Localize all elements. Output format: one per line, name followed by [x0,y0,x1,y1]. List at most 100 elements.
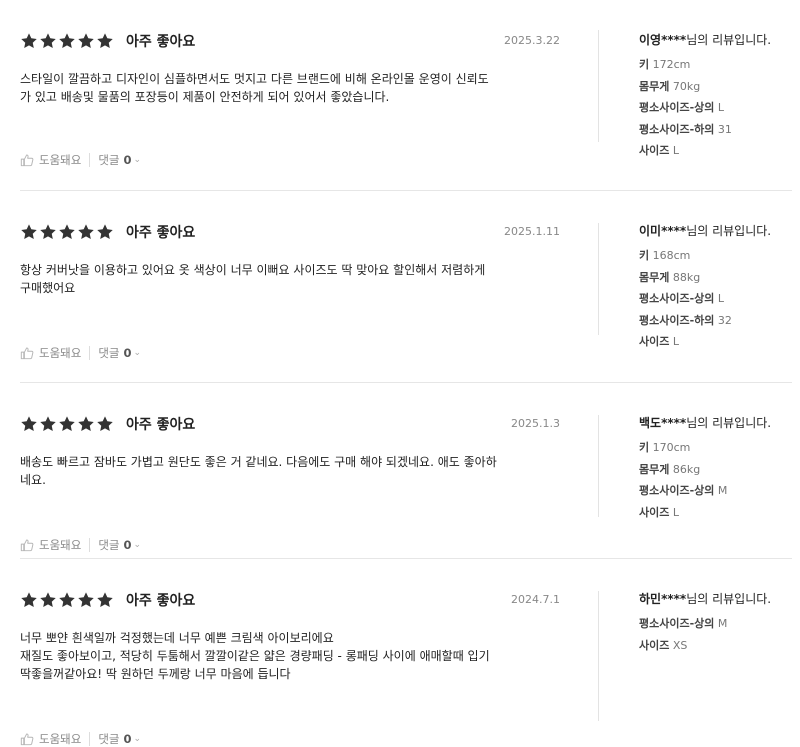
reviewer-name: 이영**** [639,33,687,47]
review-actions: 도움돼요 댓글 0 ⌄ [20,152,141,168]
helpful-button[interactable]: 도움돼요 [39,345,81,361]
spec-row: 키 168cm [639,245,799,267]
spec-row: 평소사이즈-상의 M [639,480,799,502]
chevron-down-icon[interactable]: ⌄ [134,155,142,165]
review-text-line: 재질도 좋아보이고, 적당히 두툼해서 깔깔이같은 얇은 경량패딩 - 롱패딩 … [20,649,490,663]
rating-label: 아주 좋아요 [126,225,196,241]
star-icon [77,32,95,50]
star-icon [96,223,114,241]
reviewer-info: 이미****님의 리뷰입니다. 키 168cm 몸무게 88kg 평소사이즈-상의 … [639,222,799,353]
star-icon [39,223,57,241]
star-icon [20,415,38,433]
spec-value: L [717,101,725,114]
star-rating [20,591,114,609]
comment-count[interactable]: 0 [124,732,132,746]
spec-row: 평소사이즈-상의 L [639,288,799,310]
thumbs-up-icon[interactable] [20,538,34,552]
review-header: 아주 좋아요 2025.3.22 [20,30,562,52]
spec-value: 172cm [652,58,691,71]
spec-row: 사이즈 L [639,140,799,162]
reviewer-suffix: 님의 리뷰입니다. [686,224,772,238]
spec-label: 사이즈 [639,335,670,348]
chevron-down-icon[interactable]: ⌄ [134,540,142,550]
spec-label: 사이즈 [639,505,670,519]
helpful-button[interactable]: 도움돼요 [39,152,81,168]
spec-value: 32 [717,313,732,327]
rating-label: 아주 좋아요 [126,417,196,433]
reviewer-name: 이미**** [639,224,687,238]
star-icon [39,591,57,609]
reviewer-info: 이영****님의 리뷰입니다. 키 172cm 몸무게 70kg 평소사이즈-상의 … [639,31,799,162]
review-body: 아주 좋아요 2025.1.11 항상 커버낫을 이용하고 있어요 옷 색상이 … [20,221,562,360]
reviewer-specs: 키 170cm 몸무게 86kg 평소사이즈-상의 M 사이즈 L [639,437,799,523]
thumbs-up-icon[interactable] [20,346,34,360]
review-list: 아주 좋아요 2025.3.22 스타일이 깔끔하고 디자인이 심플하면서도 멋… [0,0,800,746]
reviewer-name: 하민**** [639,592,687,606]
divider [89,538,91,552]
helpful-button[interactable]: 도움돼요 [39,731,81,747]
spec-label: 키 [639,249,650,262]
reviewer-specs: 키 168cm 몸무게 88kg 평소사이즈-상의 L 평소사이즈-하의 32 사이즈 … [639,245,799,353]
spec-label: 키 [639,441,650,454]
comment-count[interactable]: 0 [124,538,132,552]
review-item: 아주 좋아요 2024.7.1 너무 뽀얀 흰색일까 걱정했는데 너무 예쁜 크… [20,559,792,746]
review-text-line: 너무 뽀얀 흰색일까 걱정했는데 너무 예쁜 크림색 아이보리에요 [20,631,334,645]
thumbs-up-icon[interactable] [20,732,34,746]
chevron-down-icon[interactable]: ⌄ [134,734,142,744]
spec-value: 31 [717,122,732,136]
star-icon [96,591,114,609]
spec-label: 몸무게 [639,462,670,476]
review-date: 2025.1.11 [504,225,560,238]
star-rating [20,32,114,50]
helpful-button[interactable]: 도움돼요 [39,537,81,553]
comment-button[interactable]: 댓글 [98,537,119,553]
rating-label: 아주 좋아요 [126,593,196,609]
spec-label: 몸무게 [639,270,670,284]
reviewer-line: 이미****님의 리뷰입니다. [639,222,799,239]
reviewer-line: 이영****님의 리뷰입니다. [639,31,799,48]
comment-button[interactable]: 댓글 [98,345,119,361]
spec-row: 키 170cm [639,437,799,459]
comment-button[interactable]: 댓글 [98,731,119,747]
spec-row: 평소사이즈-상의 M [639,613,799,635]
review-item: 아주 좋아요 2025.3.22 스타일이 깔끔하고 디자인이 심플하면서도 멋… [20,0,792,191]
review-header: 아주 좋아요 2025.1.11 [20,221,562,243]
star-icon [77,591,95,609]
reviewer-specs: 키 172cm 몸무게 70kg 평소사이즈-상의 L 평소사이즈-하의 31 사이즈 … [639,54,799,162]
spec-label: 평소사이즈-상의 [639,101,715,114]
spec-value: L [717,292,725,305]
review-date: 2024.7.1 [511,593,560,606]
review-text-line: 딱좋을꺼같아요! 딱 원하던 두께랑 너무 마음에 듭니다 [20,667,291,681]
spec-row: 몸무게 88kg [639,267,799,289]
spec-row: 사이즈 XS [639,635,799,657]
star-icon [20,32,38,50]
comment-count[interactable]: 0 [124,346,132,360]
spec-row: 사이즈 L [639,331,799,353]
divider [89,153,91,167]
review-actions: 도움돼요 댓글 0 ⌄ [20,345,141,361]
star-icon [20,223,38,241]
reviewer-line: 하민****님의 리뷰입니다. [639,590,799,607]
reviewer-suffix: 님의 리뷰입니다. [686,33,772,47]
review-date: 2025.3.22 [504,34,560,47]
thumbs-up-icon[interactable] [20,153,34,167]
review-body: 아주 좋아요 2024.7.1 너무 뽀얀 흰색일까 걱정했는데 너무 예쁜 크… [20,589,562,746]
reviewer-suffix: 님의 리뷰입니다. [686,416,772,430]
spec-value: M [717,617,728,630]
spec-value: L [672,505,680,519]
comment-button[interactable]: 댓글 [98,152,119,168]
spec-label: 평소사이즈-상의 [639,484,715,497]
reviewer-suffix: 님의 리뷰입니다. [686,592,772,606]
comment-count[interactable]: 0 [124,153,132,167]
reviewer-name: 백도**** [639,416,687,430]
chevron-down-icon[interactable]: ⌄ [134,348,142,358]
spec-label: 사이즈 [639,638,670,652]
review-body: 아주 좋아요 2025.3.22 스타일이 깔끔하고 디자인이 심플하면서도 멋… [20,30,562,167]
review-text-line: 항상 커버낫을 이용하고 있어요 옷 색상이 너무 이뻐요 사이즈도 딱 맞아요… [20,263,486,277]
review-text-line: 배송도 빠르고 잠바도 가볍고 원단도 좋은 거 같네요. 다음에도 구매 해야… [20,455,497,469]
star-icon [58,32,76,50]
star-icon [39,415,57,433]
spec-value: L [672,144,680,157]
review-date: 2025.1.3 [511,417,560,430]
reviewer-specs: 평소사이즈-상의 M 사이즈 XS [639,613,799,656]
